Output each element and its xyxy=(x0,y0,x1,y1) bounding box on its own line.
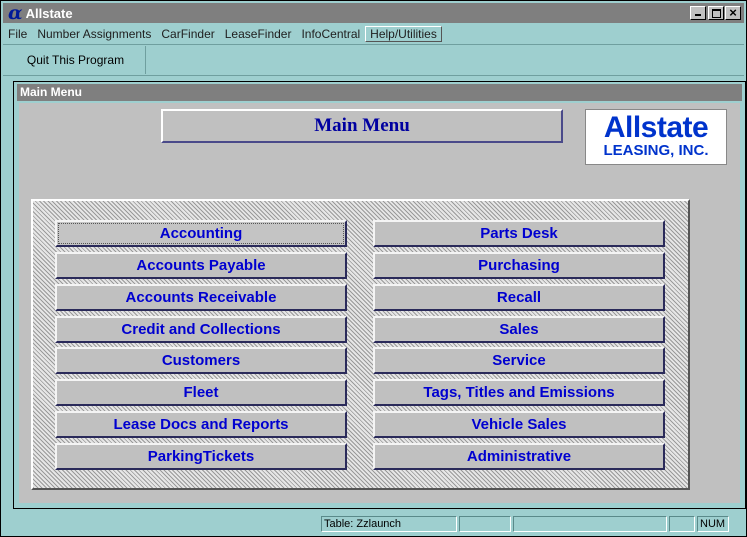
status-table: Table: Zzlaunch xyxy=(321,516,457,532)
menu-help-utilities[interactable]: Help/Utilities xyxy=(365,26,442,42)
menu-bar: File Number Assignments CarFinder LeaseF… xyxy=(3,25,744,43)
menu-number-assignments[interactable]: Number Assignments xyxy=(32,27,156,41)
status-bar: Table: Zzlaunch NUM xyxy=(3,515,744,533)
app-alpha-icon: α xyxy=(8,2,23,24)
parts-desk-button[interactable]: Parts Desk xyxy=(373,220,665,247)
window-title: Allstate xyxy=(25,5,73,21)
fleet-button[interactable]: Fleet xyxy=(55,379,347,406)
app-window: α Allstate × File Number Assignments Car… xyxy=(0,0,747,537)
menu-buttons-panel: Accounting Accounts Payable Accounts Rec… xyxy=(31,199,690,490)
quit-program-button[interactable]: Quit This Program xyxy=(6,46,146,74)
title-bar[interactable]: α Allstate × xyxy=(3,3,744,23)
tags-titles-emissions-button[interactable]: Tags, Titles and Emissions xyxy=(373,379,665,406)
lease-docs-reports-button[interactable]: Lease Docs and Reports xyxy=(55,411,347,438)
main-menu-heading: Main Menu xyxy=(161,109,563,143)
accounts-payable-button[interactable]: Accounts Payable xyxy=(55,252,347,279)
recall-button[interactable]: Recall xyxy=(373,284,665,311)
menu-infocentral[interactable]: InfoCentral xyxy=(296,27,365,41)
status-cell-blank-2 xyxy=(513,516,667,532)
maximize-button[interactable] xyxy=(708,6,724,20)
menu-leasefinder[interactable]: LeaseFinder xyxy=(220,27,297,41)
form-body: Main Menu Allstate LEASING, INC. Account… xyxy=(19,103,740,503)
minimize-button[interactable] xyxy=(690,6,706,20)
logo-wordmark: Allstate xyxy=(603,111,709,144)
status-cell-blank-1 xyxy=(459,516,511,532)
toolbar-divider xyxy=(3,44,744,45)
form-title-bar[interactable]: Main Menu xyxy=(17,84,742,101)
sales-button[interactable]: Sales xyxy=(373,316,665,343)
close-button[interactable]: × xyxy=(725,6,741,20)
logo-subtitle: LEASING, INC. xyxy=(603,142,709,159)
parking-tickets-button[interactable]: ParkingTickets xyxy=(55,443,347,470)
menu-file[interactable]: File xyxy=(3,27,32,41)
allstate-logo: Allstate LEASING, INC. xyxy=(585,109,727,165)
customers-button[interactable]: Customers xyxy=(55,347,347,374)
vehicle-sales-button[interactable]: Vehicle Sales xyxy=(373,411,665,438)
credit-collections-button[interactable]: Credit and Collections xyxy=(55,316,347,343)
accounts-receivable-button[interactable]: Accounts Receivable xyxy=(55,284,347,311)
accounting-button[interactable]: Accounting xyxy=(55,220,347,247)
purchasing-button[interactable]: Purchasing xyxy=(373,252,665,279)
menu-carfinder[interactable]: CarFinder xyxy=(156,27,219,41)
toolbar-divider-bottom xyxy=(3,75,744,76)
status-num: NUM xyxy=(697,516,729,532)
main-menu-form: Main Menu Main Menu Allstate LEASING, IN… xyxy=(13,81,746,509)
administrative-button[interactable]: Administrative xyxy=(373,443,665,470)
service-button[interactable]: Service xyxy=(373,347,665,374)
status-cell-blank-3 xyxy=(669,516,695,532)
